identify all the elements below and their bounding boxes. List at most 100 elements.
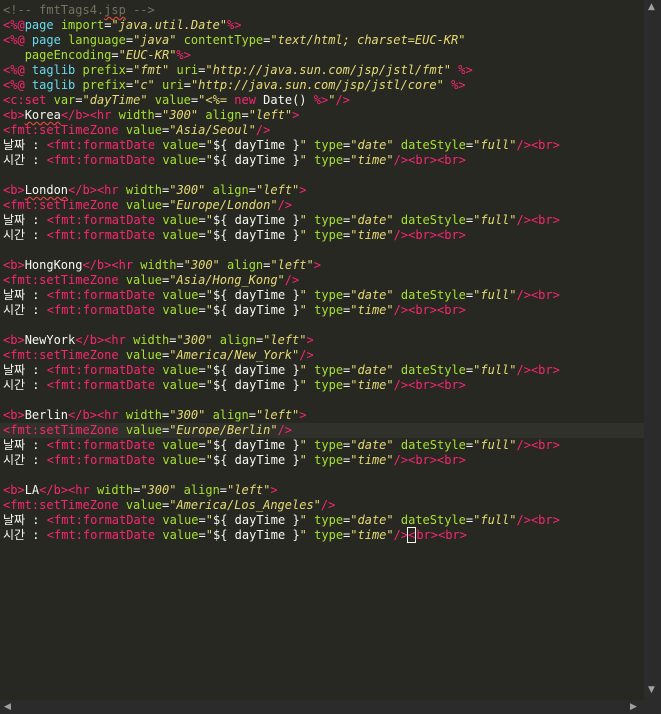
triangle-up-icon[interactable]: ▲ xyxy=(648,3,655,12)
code-token: <%@ xyxy=(3,18,25,32)
code-token: LA xyxy=(24,483,40,497)
code-token: /> xyxy=(255,123,271,137)
code-token: <fmt:setTimeZone xyxy=(3,273,119,287)
code-token: <fmt:setTimeZone xyxy=(3,198,119,212)
code-token: "EUC-KR" xyxy=(118,48,177,62)
code-line[interactable]: 시간 : <fmt:formatDate value="${ dayTime }… xyxy=(3,303,466,318)
code-line[interactable]: 날짜 : <fmt:formatDate value="${ dayTime }… xyxy=(3,213,560,228)
code-token: "America/New_York" xyxy=(169,348,300,362)
code-token: language xyxy=(68,33,126,47)
code-token: value xyxy=(162,303,199,317)
code-line[interactable]: <fmt:setTimeZone value="Asia/Seoul"/> xyxy=(3,123,270,138)
code-line[interactable]: <b>NewYork</b><hr width="300" align="lef… xyxy=(3,333,314,348)
code-token: value xyxy=(125,123,162,137)
code-token: "Europe/London" xyxy=(169,198,278,212)
code-line[interactable]: 시간 : <fmt:formatDate value="${ dayTime }… xyxy=(3,453,466,468)
code-token: " xyxy=(299,303,307,317)
code-token: ${ dayTime } xyxy=(212,213,300,227)
horizontal-scrollbar[interactable]: ◀ ▶ xyxy=(0,700,644,714)
code-line[interactable]: 날짜 : <fmt:formatDate value="${ dayTime }… xyxy=(3,513,560,528)
code-line[interactable]: 시간 : <fmt:formatDate value="${ dayTime }… xyxy=(3,527,467,543)
vertical-scrollbar[interactable]: ▲ ▼ xyxy=(644,0,661,714)
code-line[interactable]: 날짜 : <fmt:formatDate value="${ dayTime }… xyxy=(3,288,560,303)
code-line[interactable]: <%@ taglib prefix="fmt" uri="http://java… xyxy=(3,63,473,78)
code-line[interactable]: <fmt:setTimeZone value="Europe/Berlin"/> xyxy=(3,423,292,438)
code-token: value xyxy=(162,138,199,152)
code-token: "left" xyxy=(263,333,307,347)
code-line[interactable]: <%@ page language="java" contentType="te… xyxy=(3,33,465,48)
code-line[interactable]: 날짜 : <fmt:formatDate value="${ dayTime }… xyxy=(3,138,560,153)
code-line[interactable]: <fmt:setTimeZone value="Europe/London"/> xyxy=(3,198,292,213)
code-token: /><br><br> xyxy=(393,453,466,467)
code-token: " xyxy=(299,378,307,392)
code-line[interactable]: 시간 : <fmt:formatDate value="${ dayTime }… xyxy=(3,378,466,393)
code-line[interactable]: <c:set var="dayTime" value="<%= new Date… xyxy=(3,93,350,108)
code-line[interactable]: <b>Berlin</b><hr width="300" align="left… xyxy=(3,408,307,423)
code-token: " xyxy=(299,138,307,152)
triangle-down-icon[interactable]: ▼ xyxy=(648,686,655,695)
code-token: value xyxy=(125,198,162,212)
code-token: "left" xyxy=(227,483,271,497)
code-line[interactable]: 날짜 : <fmt:formatDate value="${ dayTime }… xyxy=(3,363,560,378)
code-token: "full" xyxy=(473,288,517,302)
code-line[interactable]: <%@page import="java.util.Date"%> xyxy=(3,18,241,33)
code-line[interactable]: pageEncoding="EUC-KR"%> xyxy=(3,48,191,63)
code-line[interactable]: <fmt:setTimeZone value="America/Los_Ange… xyxy=(3,498,335,513)
code-token: </b><hr xyxy=(68,408,119,422)
code-token: "Europe/Berlin" xyxy=(169,423,278,437)
code-token: 날짜 : xyxy=(3,138,47,152)
code-token: value xyxy=(125,498,162,512)
triangle-right-icon[interactable]: ▶ xyxy=(630,703,637,712)
code-token: <fmt:setTimeZone xyxy=(3,348,119,362)
code-token: ${ dayTime } xyxy=(212,138,300,152)
code-token: = xyxy=(183,78,191,92)
code-line[interactable]: 날짜 : <fmt:formatDate value="${ dayTime }… xyxy=(3,438,560,453)
code-token: <b> xyxy=(3,333,25,347)
code-token: "fmt" xyxy=(133,63,170,77)
code-line[interactable]: 시간 : <fmt:formatDate value="${ dayTime }… xyxy=(3,228,466,243)
code-line[interactable]: <b>HongKong</b><hr width="300" align="le… xyxy=(3,258,321,273)
code-token: = xyxy=(198,513,206,527)
code-line[interactable]: <b>Korea</b><hr width="300" align="left"… xyxy=(3,108,299,123)
code-token: taglib xyxy=(31,63,76,77)
triangle-left-icon[interactable]: ◀ xyxy=(4,703,11,712)
code-token: --> xyxy=(125,3,155,17)
code-token: " xyxy=(299,363,307,377)
code-line[interactable]: <fmt:setTimeZone value="Asia/Hong_Kong"/… xyxy=(3,273,299,288)
code-token: /><br><br> xyxy=(393,378,466,392)
code-editor[interactable]: <!-- fmtTags4.jsp --> <%@page import="jav… xyxy=(0,0,644,700)
code-token: <%@ xyxy=(3,63,25,77)
code-line[interactable]: <!-- fmtTags4.jsp --> xyxy=(3,3,155,18)
code-line[interactable]: <b>LA</b><hr width="300" align="left"> xyxy=(3,483,278,498)
code-token: type xyxy=(314,513,344,527)
code-line[interactable]: <b>London</b><hr width="300" align="left… xyxy=(3,183,307,198)
code-line[interactable]: <fmt:setTimeZone value="America/New_York… xyxy=(3,348,314,363)
code-line[interactable]: <%@ taglib prefix="c" uri="http://java.s… xyxy=(3,78,466,93)
code-token: <fmt:formatDate xyxy=(46,288,156,302)
code-token: "date" xyxy=(350,438,394,452)
code-token: ${ dayTime } xyxy=(212,453,300,467)
code-token: /> xyxy=(320,498,336,512)
code-token: dateStyle xyxy=(400,438,466,452)
code-token: "300" xyxy=(183,258,220,272)
code-token: type xyxy=(314,213,344,227)
code-token: type xyxy=(314,528,344,542)
code-token: /> xyxy=(335,93,350,107)
code-token: "date" xyxy=(350,513,394,527)
code-line[interactable]: 시간 : <fmt:formatDate value="${ dayTime }… xyxy=(3,153,466,168)
code-token: import xyxy=(60,18,105,32)
code-token: 시간 : xyxy=(3,153,47,167)
code-token: /><br> xyxy=(516,138,560,152)
